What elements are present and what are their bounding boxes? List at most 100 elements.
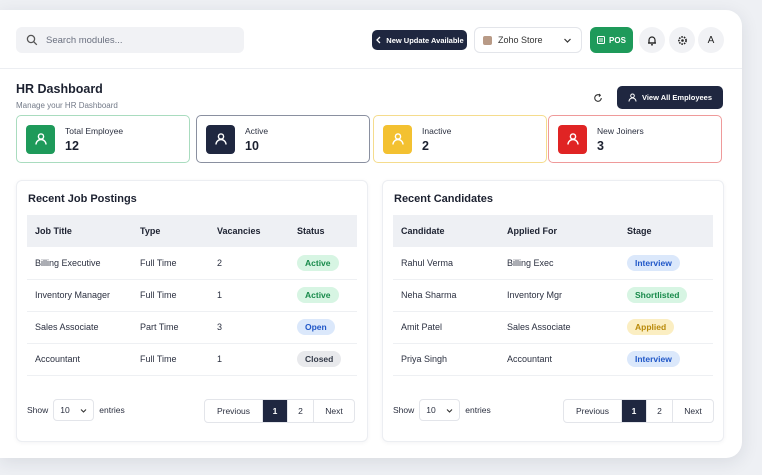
table-row[interactable]: Inventory Manager Full Time 1 Active: [27, 279, 357, 312]
chevron-left-icon: [376, 36, 381, 44]
stat-card-new-joiners[interactable]: New Joiners 3: [548, 115, 722, 163]
applied-for: Sales Associate: [499, 311, 619, 344]
column-header[interactable]: Candidate: [393, 215, 499, 247]
table-row[interactable]: Priya Singh Accountant Interview: [393, 343, 713, 376]
page-button[interactable]: 1: [263, 400, 288, 422]
page-subtitle: Manage your HR Dashboard: [16, 101, 118, 110]
page-button[interactable]: 1: [622, 400, 647, 422]
next-button[interactable]: Next: [314, 400, 354, 422]
stage-badge: Interview: [627, 254, 680, 271]
view-all-label: View All Employees: [641, 93, 713, 102]
entries-value: 10: [426, 405, 436, 415]
status-badge: Closed: [297, 351, 342, 367]
entries-label: entries: [465, 405, 491, 415]
stat-value: 10: [245, 138, 259, 153]
table-row[interactable]: Accountant Full Time 1 Closed: [27, 343, 357, 376]
pagination: Previous 1 2 Next: [563, 399, 714, 423]
top-divider: [0, 68, 742, 69]
refresh-icon: [594, 93, 602, 102]
job-type: Full Time: [132, 343, 209, 376]
recent-job-postings-panel: Recent Job Postings Job Title Type Vacan…: [16, 180, 368, 442]
user-x-icon: [383, 124, 412, 154]
table-row[interactable]: Amit Patel Sales Associate Applied: [393, 311, 713, 344]
job-vacancies: 3: [209, 311, 289, 344]
page-button[interactable]: 2: [288, 400, 314, 422]
new-update-label: New Update Available: [386, 35, 464, 45]
avatar[interactable]: A: [698, 27, 724, 53]
table-row[interactable]: Sales Associate Part Time 3 Open: [27, 311, 357, 344]
page-button[interactable]: 2: [647, 400, 673, 422]
recent-candidates-panel: Recent Candidates Candidate Applied For …: [382, 180, 724, 442]
stage-badge: Applied: [627, 319, 675, 335]
stat-label: Total Employee: [65, 125, 124, 136]
job-vacancies: 1: [209, 279, 289, 312]
job-title: Billing Executive: [27, 247, 132, 280]
job-type: Full Time: [132, 247, 209, 280]
app-window: New Update Available Zoho Store POS A HR…: [0, 10, 742, 458]
settings-button[interactable]: [669, 27, 695, 53]
stat-label: Active: [245, 125, 269, 136]
column-header[interactable]: Job Title: [27, 215, 132, 247]
table-row[interactable]: Billing Executive Full Time 2 Active: [27, 247, 357, 280]
job-vacancies: 1: [209, 343, 289, 376]
new-update-button[interactable]: New Update Available: [372, 30, 467, 50]
store-name: Zoho Store: [498, 35, 543, 45]
entries-control: Show 10 entries: [27, 399, 125, 421]
stat-label: New Joiners: [597, 125, 644, 136]
panel-title: Recent Job Postings: [28, 193, 137, 205]
candidates-table: Candidate Applied For Stage Rahul Verma …: [393, 215, 713, 376]
column-header[interactable]: Stage: [619, 215, 713, 247]
notifications-button[interactable]: [639, 27, 665, 53]
user-icon: [628, 93, 637, 102]
table-row[interactable]: Rahul Verma Billing Exec Interview: [393, 247, 713, 280]
search-input[interactable]: [46, 34, 226, 46]
pagination: Previous 1 2 Next: [204, 399, 355, 423]
next-button[interactable]: Next: [673, 400, 713, 422]
chevron-down-icon: [564, 38, 571, 43]
column-header[interactable]: Applied For: [499, 215, 619, 247]
stat-card-inactive[interactable]: Inactive 2: [373, 115, 547, 163]
pos-label: POS: [609, 35, 626, 45]
status-badge: Active: [297, 254, 339, 271]
stat-card-active[interactable]: Active 10: [196, 115, 370, 163]
entries-select[interactable]: 10: [53, 399, 95, 421]
stat-value: 3: [597, 138, 604, 153]
job-vacancies: 2: [209, 247, 289, 280]
candidate-name: Rahul Verma: [393, 247, 499, 280]
entries-select[interactable]: 10: [419, 399, 461, 421]
stat-value: 2: [422, 138, 429, 153]
previous-button[interactable]: Previous: [564, 400, 622, 422]
store-select[interactable]: Zoho Store: [474, 27, 582, 53]
job-title: Sales Associate: [27, 311, 132, 344]
show-label: Show: [393, 405, 415, 415]
column-header[interactable]: Status: [289, 215, 357, 247]
table-row[interactable]: Neha Sharma Inventory Mgr Shortlisted: [393, 279, 713, 312]
stat-value: 12: [65, 138, 79, 153]
job-type: Part Time: [132, 311, 209, 344]
applied-for: Billing Exec: [499, 247, 619, 280]
search-box[interactable]: [16, 27, 244, 53]
status-badge: Active: [297, 287, 339, 303]
entries-value: 10: [60, 405, 70, 415]
pos-button[interactable]: POS: [590, 27, 633, 53]
candidate-name: Priya Singh: [393, 343, 499, 376]
column-header[interactable]: Type: [132, 215, 209, 247]
previous-button[interactable]: Previous: [205, 400, 263, 422]
column-header[interactable]: Vacancies: [209, 215, 289, 247]
pos-icon: [597, 36, 606, 44]
view-all-employees-button[interactable]: View All Employees: [617, 86, 723, 109]
store-icon: [483, 35, 492, 45]
stat-card-total-employee[interactable]: Total Employee 12: [16, 115, 190, 163]
page-title: HR Dashboard: [16, 82, 103, 96]
search-icon: [26, 34, 38, 46]
stage-badge: Shortlisted: [627, 287, 688, 303]
user-plus-icon: [558, 124, 587, 154]
gear-icon: [677, 35, 687, 45]
chevron-down-icon: [80, 408, 87, 413]
user-check-icon: [26, 124, 55, 154]
refresh-button[interactable]: [588, 88, 608, 108]
candidate-name: Neha Sharma: [393, 279, 499, 312]
applied-for: Inventory Mgr: [499, 279, 619, 312]
panel-title: Recent Candidates: [394, 193, 494, 205]
bell-icon: [648, 35, 656, 46]
